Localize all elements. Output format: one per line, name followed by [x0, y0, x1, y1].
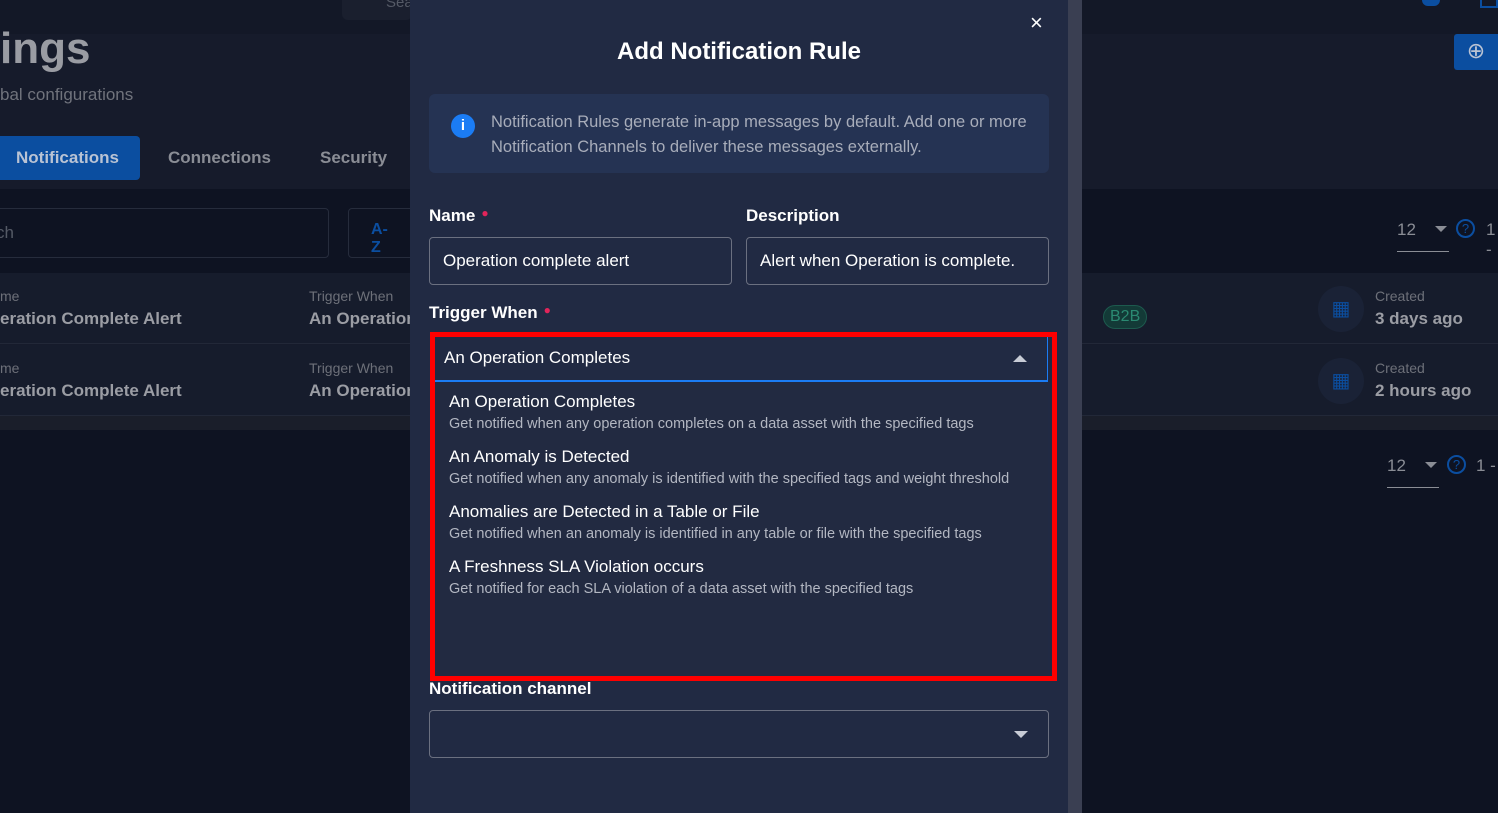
highlight-box [430, 332, 1057, 681]
chevron-down-icon [1425, 462, 1437, 468]
trigger-label: Trigger When [309, 288, 394, 304]
info-icon: i [451, 114, 475, 138]
page-size: 12 [1387, 456, 1406, 475]
tab-label: Notifications [16, 148, 119, 167]
created-value: 3 days ago [1375, 309, 1463, 328]
trigger-value: An Operation [309, 381, 417, 400]
chevron-down-icon [1014, 731, 1028, 738]
rule-name: eration Complete Alert [0, 381, 182, 400]
trigger-label: Trigger When [309, 360, 394, 376]
required-indicator: ● [481, 206, 489, 220]
name-label: me [0, 360, 20, 376]
name-input[interactable]: Operation complete alert [429, 237, 732, 285]
dialog-title: Add Notification Rule [617, 38, 861, 65]
range-text: 1 - [1476, 456, 1496, 475]
description-label: Description [746, 206, 840, 225]
search-placeholder: ch [0, 223, 14, 242]
page-size: 12 [1397, 220, 1416, 239]
rule-name: eration Complete Alert [0, 309, 182, 328]
info-text: Notification Rules generate in-app messa… [491, 113, 1027, 156]
created-label: Created [1375, 288, 1425, 304]
page-title: ings [0, 24, 91, 73]
tab-security[interactable]: Security [304, 136, 403, 180]
scrollbar[interactable] [1068, 0, 1082, 813]
created-value: 2 hours ago [1375, 381, 1472, 400]
calendar-icon: ▦ [1318, 286, 1364, 332]
calendar-icon: ▦ [1318, 358, 1364, 404]
menu-icon[interactable] [1480, 0, 1498, 8]
close-icon[interactable]: × [1030, 10, 1043, 36]
chevron-down-icon [1435, 226, 1447, 232]
page-size-select[interactable]: 12 [1397, 220, 1449, 252]
add-button[interactable]: ⊕ [1454, 34, 1498, 70]
global-search-placeholder: Sea [386, 0, 413, 11]
description-input[interactable]: Alert when Operation is complete. [746, 237, 1049, 285]
required-indicator: ● [543, 303, 551, 317]
help-icon[interactable]: ? [1456, 219, 1475, 238]
name-label: Name ● [429, 206, 489, 226]
search-input[interactable]: ch [0, 208, 329, 258]
page-subtitle: bal configurations [0, 85, 134, 104]
name-label: me [0, 288, 20, 304]
name-label-text: Name [429, 206, 476, 225]
global-search[interactable]: Sea [342, 0, 413, 20]
tab-connections[interactable]: Connections [152, 136, 287, 180]
trigger-label-text: Trigger When [429, 303, 538, 322]
created-label: Created [1375, 360, 1425, 376]
channel-select[interactable] [429, 710, 1049, 758]
sort-az-icon[interactable]: A-Z [348, 208, 418, 258]
tab-notifications[interactable]: Notifications [0, 136, 140, 180]
trigger-label: Trigger When ● [429, 303, 551, 323]
bell-icon[interactable] [1422, 0, 1440, 6]
page-size-select-bottom[interactable]: 12 [1387, 456, 1439, 488]
tag-badge: B2B [1103, 305, 1148, 329]
help-icon[interactable]: ? [1447, 455, 1466, 474]
trigger-value: An Operation [309, 309, 417, 328]
channel-label: Notification channel [429, 679, 592, 698]
range-text: 1 - [1486, 220, 1496, 259]
